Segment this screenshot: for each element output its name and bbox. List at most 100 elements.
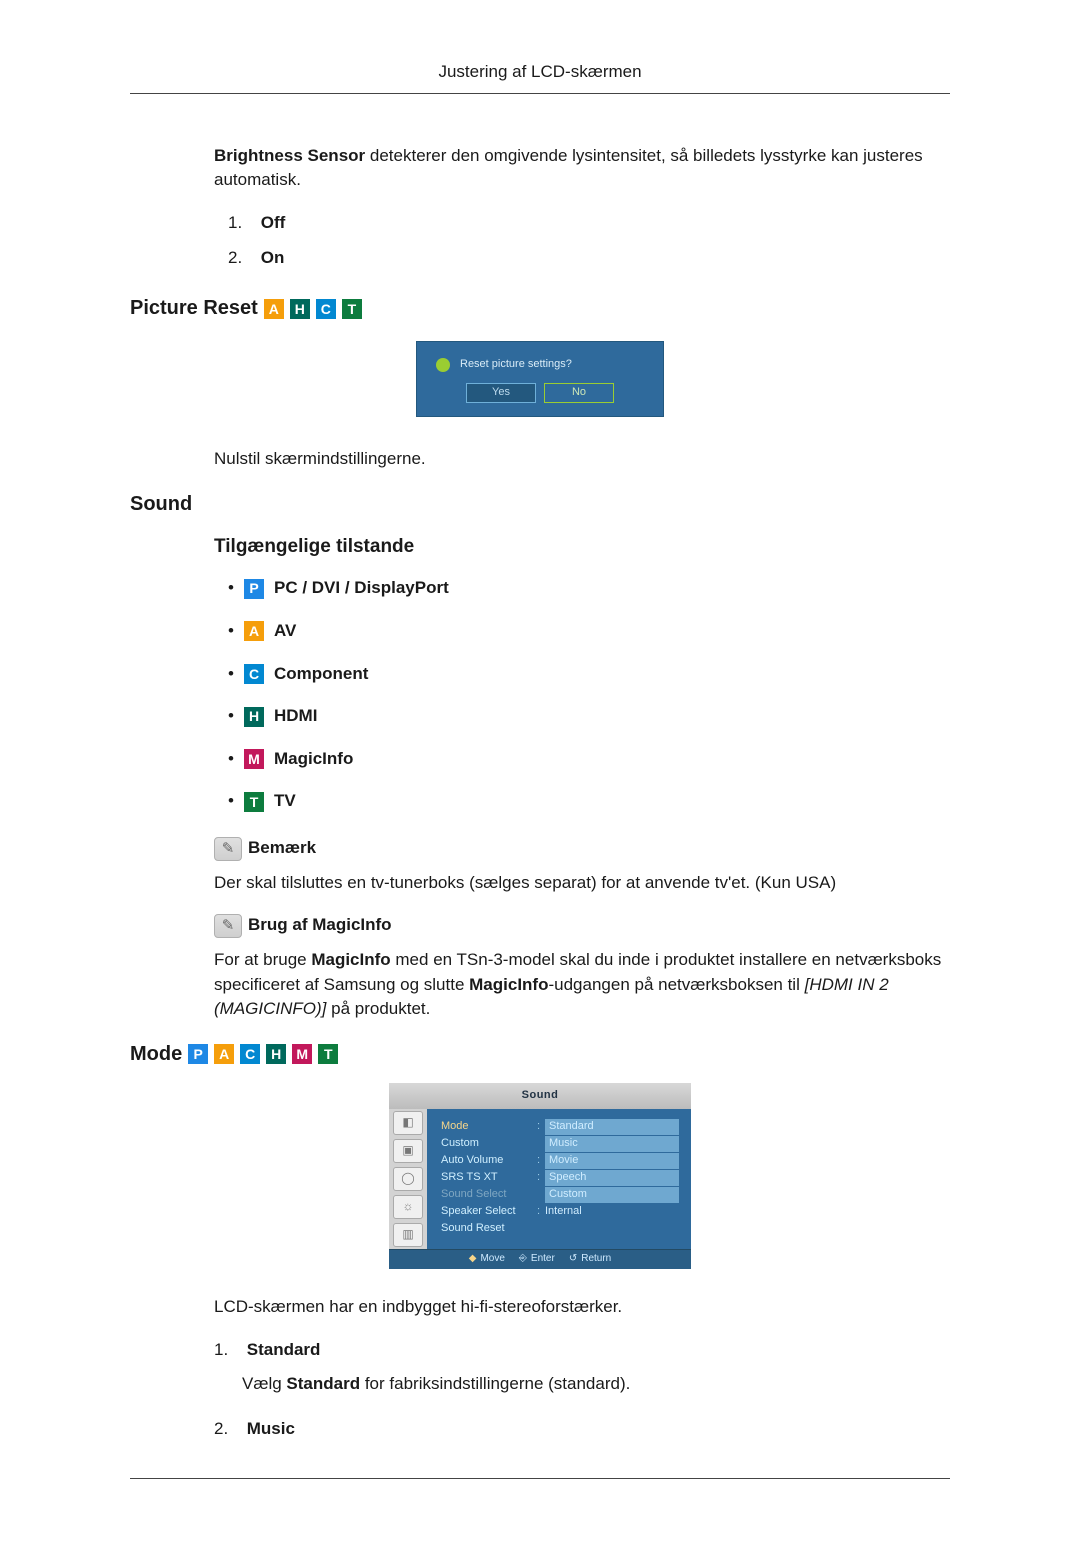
- available-modes-heading: Tilgængelige tilstande: [214, 533, 950, 561]
- badge-p-icon: P: [244, 579, 264, 599]
- osd-row-value: Custom: [545, 1187, 679, 1203]
- text: Vælg: [242, 1374, 286, 1393]
- mode-label: MagicInfo: [274, 747, 353, 772]
- sound-heading: Sound: [130, 490, 950, 519]
- return-icon: ↺: [569, 1252, 577, 1267]
- badge-p-icon: P: [188, 1044, 208, 1064]
- badge-c-icon: C: [244, 664, 264, 684]
- picture-reset-caption: Nulstil skærmindstillingerne.: [214, 447, 950, 472]
- dialog-no-button[interactable]: No: [544, 383, 614, 403]
- text: For at bruge: [214, 950, 311, 969]
- osd-main: Mode: Standard Custom Music Auto Volume:…: [427, 1109, 691, 1249]
- osd-row[interactable]: Mode: Standard: [441, 1119, 679, 1136]
- magicinfo-label: Brug af MagicInfo: [248, 913, 392, 938]
- badge-c-icon: C: [316, 299, 336, 319]
- badge-c-icon: C: [240, 1044, 260, 1064]
- dialog-question: Reset picture settings?: [460, 357, 572, 373]
- list-item: • T TV: [228, 789, 950, 814]
- list-item: 2. On: [228, 246, 950, 271]
- mode-summary: LCD-skærmen har en indbygget hi-fi-stere…: [214, 1295, 950, 1320]
- badge-t-icon: T: [244, 792, 264, 812]
- badge-h-icon: H: [244, 707, 264, 727]
- osd-row-label: Auto Volume: [441, 1153, 537, 1169]
- bullet-icon: •: [228, 704, 234, 729]
- osd-tab-icon[interactable]: ☼: [393, 1195, 423, 1219]
- list-item: 1. Off: [228, 211, 950, 236]
- list-item: • P PC / DVI / DisplayPort: [228, 576, 950, 601]
- brightness-sensor-paragraph: Brightness Sensor detekterer den omgiven…: [214, 144, 950, 193]
- osd-footer: ◆Move ⎆Enter ↺Return: [389, 1249, 691, 1269]
- osd-row[interactable]: SRS TS XT: Speech: [441, 1170, 679, 1187]
- text-bold: Standard: [286, 1374, 360, 1393]
- osd-row-value: Standard: [545, 1119, 679, 1135]
- note-text: Der skal tilsluttes en tv-tunerboks (sæl…: [214, 871, 950, 896]
- option-off: Off: [261, 213, 286, 232]
- heading-text: Picture Reset: [130, 294, 258, 323]
- badge-m-icon: M: [292, 1044, 312, 1064]
- osd-title: Sound: [389, 1083, 691, 1109]
- brightness-options-list: 1. Off 2. On: [214, 211, 950, 270]
- mode-heading: Mode P A C H M T: [130, 1040, 950, 1069]
- brightness-sensor-term: Brightness Sensor: [214, 146, 365, 165]
- mode-label: PC / DVI / DisplayPort: [274, 576, 449, 601]
- info-icon: [436, 358, 450, 372]
- osd-row-value: Music: [545, 1136, 679, 1152]
- osd-icon-column: ◧ ▣ ◯ ☼ ▥: [389, 1109, 427, 1249]
- osd-row-label: Speaker Select: [441, 1204, 537, 1220]
- note-icon: ✎: [214, 914, 242, 938]
- text-bold: MagicInfo: [469, 975, 548, 994]
- mode-standard-desc: Vælg Standard for fabriksindstillingerne…: [242, 1372, 950, 1397]
- osd-row[interactable]: Custom Music: [441, 1136, 679, 1153]
- badge-a-icon: A: [264, 299, 284, 319]
- note-row: ✎ Bemærk: [214, 836, 950, 861]
- bullet-icon: •: [228, 576, 234, 601]
- move-icon: ◆: [469, 1252, 477, 1267]
- mode-label: TV: [274, 789, 296, 814]
- footer-return: Return: [581, 1252, 611, 1267]
- list-item: • A AV: [228, 619, 950, 644]
- badge-h-icon: H: [290, 299, 310, 319]
- badge-m-icon: M: [244, 749, 264, 769]
- bullet-icon: •: [228, 619, 234, 644]
- osd-row-label: Custom: [441, 1136, 537, 1152]
- osd-row[interactable]: Sound Reset: [441, 1221, 679, 1238]
- list-item: • M MagicInfo: [228, 747, 950, 772]
- osd-tab-icon[interactable]: ▣: [393, 1139, 423, 1163]
- magicinfo-row: ✎ Brug af MagicInfo: [214, 913, 950, 938]
- sound-osd-menu: Sound ◧ ▣ ◯ ☼ ▥ Mode: Standard Custom Mu…: [389, 1083, 691, 1269]
- bullet-icon: •: [228, 747, 234, 772]
- picture-reset-heading: Picture Reset A H C T: [130, 294, 950, 323]
- mode-label: AV: [274, 619, 296, 644]
- list-number: 2.: [214, 1417, 242, 1442]
- osd-tab-icon[interactable]: ▥: [393, 1223, 423, 1247]
- osd-row[interactable]: Auto Volume: Movie: [441, 1153, 679, 1170]
- osd-row[interactable]: Speaker Select: Internal: [441, 1204, 679, 1221]
- heading-text: Mode: [130, 1040, 182, 1069]
- mode-music-label: Music: [247, 1419, 295, 1438]
- option-on: On: [261, 248, 285, 267]
- page-header: Justering af LCD-skærmen: [130, 60, 950, 94]
- footer-enter: Enter: [531, 1252, 555, 1267]
- osd-row-label: Sound Reset: [441, 1221, 537, 1237]
- osd-tab-icon[interactable]: ◯: [393, 1167, 423, 1191]
- badge-t-icon: T: [342, 299, 362, 319]
- osd-row-label: SRS TS XT: [441, 1170, 537, 1186]
- note-icon: ✎: [214, 837, 242, 861]
- list-number: 1.: [228, 211, 256, 236]
- osd-row[interactable]: Sound Select Custom: [441, 1187, 679, 1204]
- mode-label: HDMI: [274, 704, 317, 729]
- badge-a-icon: A: [244, 621, 264, 641]
- osd-tab-icon[interactable]: ◧: [393, 1111, 423, 1135]
- footer-move: Move: [480, 1252, 504, 1267]
- dialog-yes-button[interactable]: Yes: [466, 383, 536, 403]
- bullet-icon: •: [228, 789, 234, 814]
- osd-row-label: Mode: [441, 1119, 537, 1135]
- magicinfo-paragraph: For at bruge MagicInfo med en TSn-3-mode…: [214, 948, 950, 1022]
- list-item: 2. Music: [214, 1417, 950, 1442]
- note-label: Bemærk: [248, 836, 316, 861]
- list-number: 2.: [228, 246, 256, 271]
- text-bold: MagicInfo: [311, 950, 390, 969]
- heading-text: Sound: [130, 490, 192, 519]
- available-modes-list: • P PC / DVI / DisplayPort • A AV • C Co…: [214, 576, 950, 814]
- osd-row-value: Internal: [545, 1204, 679, 1220]
